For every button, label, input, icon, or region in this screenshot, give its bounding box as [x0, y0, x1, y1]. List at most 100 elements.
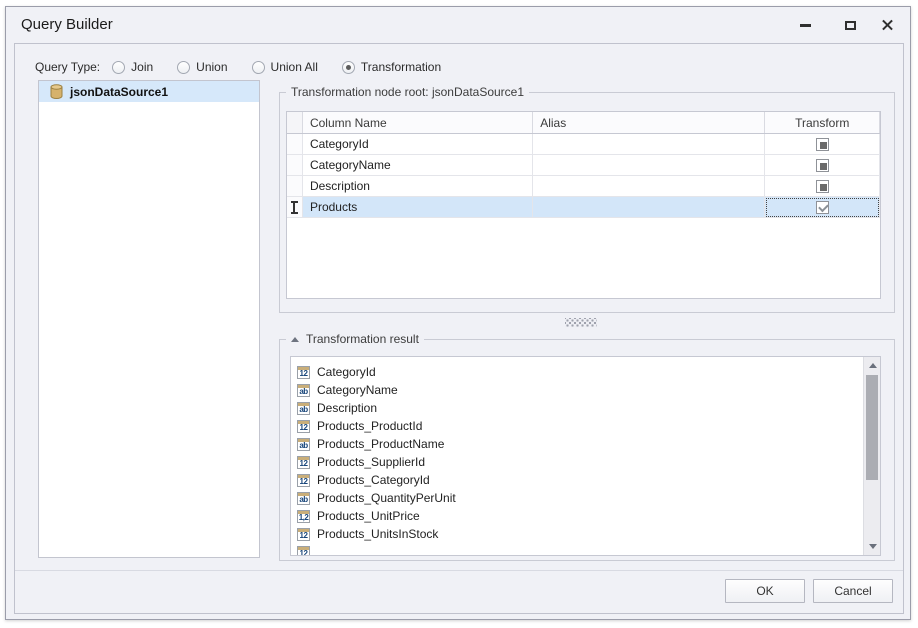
vertical-scrollbar[interactable]	[863, 357, 880, 555]
transform-checkbox-indeterminate[interactable]	[816, 159, 829, 172]
row-indicator	[287, 155, 303, 176]
radio-transformation[interactable]: Transformation	[342, 60, 441, 74]
group-caption: Transformation result	[286, 332, 424, 346]
close-button[interactable]	[872, 14, 902, 36]
decimal-field-icon: 1,2	[297, 510, 310, 523]
scroll-down-button[interactable]	[864, 538, 881, 555]
alias-cell[interactable]	[533, 155, 765, 176]
integer-field-icon: 12	[297, 474, 310, 487]
maximize-button[interactable]	[835, 14, 865, 36]
list-item[interactable]: 12 Products_UnitsInStock	[291, 525, 863, 543]
table-row[interactable]: Description	[287, 176, 880, 197]
alias-cell[interactable]	[533, 134, 765, 155]
list-item[interactable]: 12 CategoryId	[291, 363, 863, 381]
radio-union-all-label: Union All	[271, 60, 318, 74]
string-field-icon: ab	[297, 384, 310, 397]
field-label: CategoryName	[317, 383, 398, 397]
transform-checkbox-indeterminate[interactable]	[816, 180, 829, 193]
table-row[interactable]: CategoryName	[287, 155, 880, 176]
transform-grid[interactable]: Column Name Alias Transform CategoryId C…	[286, 111, 881, 299]
radio-icon[interactable]	[177, 61, 190, 74]
string-field-icon: ab	[297, 438, 310, 451]
result-field-list-viewport: 12 CategoryId ab CategoryName ab Descrip…	[291, 357, 863, 555]
list-item[interactable]: 12 Products_ProductId	[291, 417, 863, 435]
radio-join[interactable]: Join	[112, 60, 153, 74]
radio-union-label: Union	[196, 60, 227, 74]
chevron-up-icon	[869, 363, 877, 368]
transformation-result-group: Transformation result 12 CategoryId ab C…	[279, 339, 895, 561]
field-label: Products_ProductId	[317, 419, 422, 433]
field-label: Description	[317, 401, 377, 415]
maximize-icon	[845, 21, 856, 30]
transform-cell[interactable]	[765, 134, 880, 155]
field-label: Products_QuantityPerUnit	[317, 491, 456, 505]
group-caption: Transformation node root: jsonDataSource…	[286, 85, 529, 99]
list-item-partial[interactable]: 12	[291, 543, 863, 555]
string-field-icon: ab	[297, 402, 310, 415]
query-builder-dialog: Query Builder Query Type: Join Union Uni…	[5, 6, 911, 620]
list-item[interactable]: ab Products_QuantityPerUnit	[291, 489, 863, 507]
splitter-grip-icon	[565, 318, 597, 327]
string-field-icon: ab	[297, 492, 310, 505]
integer-field-icon: 12	[297, 420, 310, 433]
row-indicator	[287, 176, 303, 197]
field-label: Products_SupplierId	[317, 455, 425, 469]
field-label: Products_UnitPrice	[317, 509, 420, 523]
radio-selected-icon[interactable]	[342, 61, 355, 74]
column-name-cell[interactable]: Products	[303, 197, 533, 218]
ok-button[interactable]: OK	[725, 579, 805, 603]
column-name-cell[interactable]: CategoryId	[303, 134, 533, 155]
footer-separator	[15, 570, 903, 571]
grid-header-transform[interactable]: Transform	[765, 112, 880, 133]
transform-checkbox-indeterminate[interactable]	[816, 138, 829, 151]
radio-union-all[interactable]: Union All	[252, 60, 318, 74]
scrollbar-thumb[interactable]	[866, 375, 878, 480]
radio-icon[interactable]	[112, 61, 125, 74]
dialog-client-area: Query Type: Join Union Union All Transfo…	[14, 43, 904, 614]
tree-item-jsondatasource1[interactable]: jsonDataSource1	[39, 81, 259, 102]
radio-join-label: Join	[131, 60, 153, 74]
grid-header-alias[interactable]: Alias	[533, 112, 765, 133]
transform-checkbox-checked[interactable]	[816, 201, 829, 214]
collapse-icon[interactable]	[291, 337, 299, 342]
transformation-node-group: Transformation node root: jsonDataSource…	[279, 92, 895, 313]
column-name-cell[interactable]: Description	[303, 176, 533, 197]
panel-splitter[interactable]	[561, 316, 601, 328]
grid-header-indicator	[287, 112, 303, 133]
title-bar[interactable]: Query Builder	[6, 7, 910, 43]
radio-union[interactable]: Union	[177, 60, 227, 74]
alias-cell[interactable]	[533, 176, 765, 197]
field-label: Products_ProductName	[317, 437, 444, 451]
radio-icon[interactable]	[252, 61, 265, 74]
grid-header-row: Column Name Alias Transform	[287, 112, 880, 134]
alias-cell[interactable]	[533, 197, 765, 218]
grid-header-column-name[interactable]: Column Name	[303, 112, 533, 133]
integer-field-icon: 12	[297, 528, 310, 541]
list-item[interactable]: ab CategoryName	[291, 381, 863, 399]
table-row-selected[interactable]: Products	[287, 197, 880, 218]
chevron-down-icon	[869, 544, 877, 549]
minimize-button[interactable]	[790, 14, 820, 36]
row-indicator	[287, 134, 303, 155]
field-label: CategoryId	[317, 365, 376, 379]
list-item[interactable]: ab Products_ProductName	[291, 435, 863, 453]
list-item[interactable]: 12 Products_CategoryId	[291, 471, 863, 489]
scroll-up-button[interactable]	[864, 357, 881, 374]
cancel-button[interactable]: Cancel	[813, 579, 893, 603]
transform-cell-focused[interactable]	[765, 197, 880, 218]
tree-item-label: jsonDataSource1	[70, 85, 168, 99]
datasource-tree[interactable]: jsonDataSource1	[38, 80, 260, 558]
transform-cell[interactable]	[765, 155, 880, 176]
minimize-icon	[800, 24, 811, 27]
field-label: Products_CategoryId	[317, 473, 430, 487]
list-item[interactable]: 1,2 Products_UnitPrice	[291, 507, 863, 525]
column-name-cell[interactable]: CategoryName	[303, 155, 533, 176]
list-item[interactable]: ab Description	[291, 399, 863, 417]
transform-cell[interactable]	[765, 176, 880, 197]
database-icon	[50, 84, 63, 99]
list-item[interactable]: 12 Products_SupplierId	[291, 453, 863, 471]
query-type-label: Query Type:	[35, 60, 100, 74]
table-row[interactable]: CategoryId	[287, 134, 880, 155]
result-field-list[interactable]: 12 CategoryId ab CategoryName ab Descrip…	[290, 356, 881, 556]
close-icon	[881, 19, 894, 32]
